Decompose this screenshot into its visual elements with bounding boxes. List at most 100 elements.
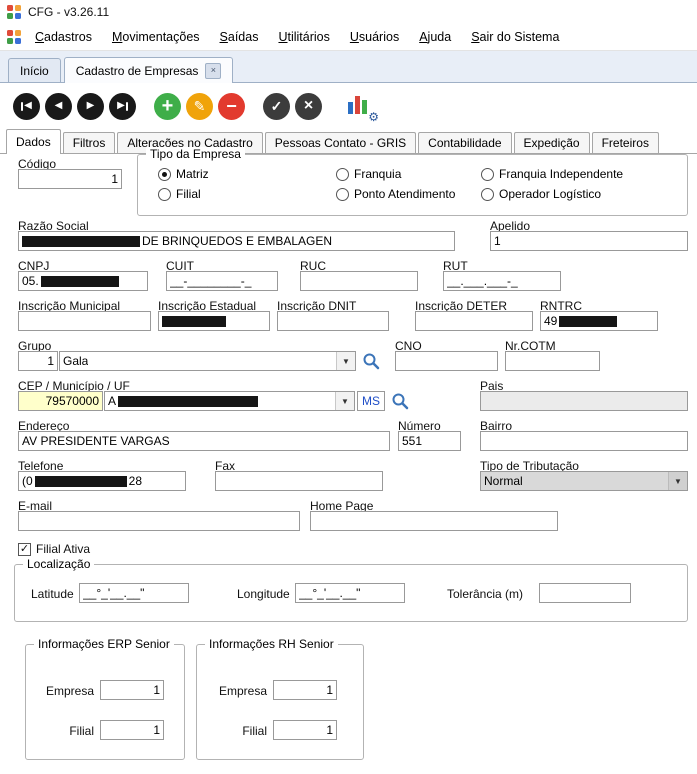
nav-first-button[interactable]: ◀ (13, 93, 40, 120)
edit-record-button[interactable]: ✎ (186, 93, 213, 120)
ruc-field[interactable] (300, 271, 418, 291)
radio-matriz[interactable] (158, 168, 171, 181)
tipo-tributacao-value: Normal (484, 474, 523, 488)
inscricao-dnit-field[interactable] (277, 311, 389, 331)
tab-pessoas-contato-gris[interactable]: Pessoas Contato - GRIS (265, 132, 416, 153)
tab-close-icon[interactable]: × (205, 63, 221, 79)
latitude-field[interactable] (79, 583, 189, 603)
codigo-field[interactable] (18, 169, 122, 189)
toolbar: ◀ ◀ ▶ ▶ + ✎ − ✓ × ⚙ (0, 84, 697, 128)
longitude-field[interactable] (295, 583, 405, 603)
tab-freteiros[interactable]: Freteiros (592, 132, 659, 153)
inscricao-municipal-field[interactable] (18, 311, 151, 331)
rh-filial-label: Filial (207, 724, 267, 738)
municipio-combo[interactable]: A ▼ (104, 391, 355, 411)
grupo-search-icon[interactable] (362, 352, 380, 370)
menu-saidas[interactable]: Saídas (211, 27, 268, 47)
bairro-field[interactable] (480, 431, 688, 451)
radio-franquia[interactable] (336, 168, 349, 181)
cancel-button[interactable]: × (295, 93, 322, 120)
razao-social-field[interactable]: DE BRINQUEDOS E EMBALAGEN (18, 231, 455, 251)
radio-ponto-atendimento[interactable] (336, 188, 349, 201)
cno-field[interactable] (395, 351, 498, 371)
menu-sair-do-sistema[interactable]: Sair do Sistema (462, 27, 568, 47)
redaction (118, 396, 258, 407)
radio-operador-logistico-label[interactable]: Operador Logístico (499, 187, 601, 201)
rut-field[interactable] (443, 271, 561, 291)
radio-filial[interactable] (158, 188, 171, 201)
check-icon: ✓ (271, 99, 283, 113)
tipo-tributacao-combo[interactable]: Normal ▼ (480, 471, 688, 491)
cnpj-field[interactable]: 05. (18, 271, 148, 291)
menu-usuarios[interactable]: Usuários (341, 27, 408, 47)
tab-contabilidade[interactable]: Contabilidade (418, 132, 511, 153)
menu-utilitarios[interactable]: Utilitários (269, 27, 338, 47)
tab-dados[interactable]: Dados (6, 129, 61, 154)
pais-field (480, 391, 688, 411)
home-page-field[interactable] (310, 511, 558, 531)
menu-ajuda[interactable]: Ajuda (410, 27, 460, 47)
check-icon: ✓ (20, 544, 29, 555)
apelido-field[interactable] (490, 231, 688, 251)
delete-record-button[interactable]: − (218, 93, 245, 120)
rh-empresa-label: Empresa (207, 684, 267, 698)
email-field[interactable] (18, 511, 300, 531)
inscricao-estadual-field[interactable] (158, 311, 270, 331)
inscricao-deter-field[interactable] (415, 311, 533, 331)
menu-cadastros[interactable]: Cadastros (26, 27, 101, 47)
radio-franquia-independente[interactable] (481, 168, 494, 181)
window-title: CFG - v3.26.11 (28, 5, 109, 19)
chevron-down-icon[interactable]: ▼ (668, 472, 687, 490)
erp-empresa-label: Empresa (34, 684, 94, 698)
chevron-down-icon[interactable]: ▼ (335, 392, 354, 410)
chevron-down-icon[interactable]: ▼ (336, 352, 355, 370)
erp-empresa-field[interactable] (100, 680, 164, 700)
cuit-field[interactable] (166, 271, 278, 291)
radio-ponto-atendimento-label[interactable]: Ponto Atendimento (354, 187, 455, 201)
numero-field[interactable] (398, 431, 461, 451)
localizacao-legend: Localização (23, 557, 94, 571)
radio-filial-label[interactable]: Filial (176, 187, 201, 201)
radio-matriz-label[interactable]: Matriz (176, 167, 209, 181)
tab-filtros[interactable]: Filtros (63, 132, 116, 153)
minus-icon: − (226, 97, 237, 115)
nr-cotm-field[interactable] (505, 351, 600, 371)
rh-filial-field[interactable] (273, 720, 337, 740)
redaction (162, 316, 226, 327)
menu-movimentacoes[interactable]: Movimentações (103, 27, 209, 47)
nav-prev-button[interactable]: ◀ (45, 93, 72, 120)
endereco-field[interactable] (18, 431, 390, 451)
confirm-button[interactable]: ✓ (263, 93, 290, 120)
tab-expedicao[interactable]: Expedição (514, 132, 590, 153)
add-record-button[interactable]: + (154, 93, 181, 120)
radio-franquia-independente-label[interactable]: Franquia Independente (499, 167, 623, 181)
first-bar-icon (21, 102, 23, 111)
uf-field[interactable]: MS (357, 391, 385, 411)
municipio-search-icon[interactable] (391, 392, 409, 410)
nav-last-button[interactable]: ▶ (109, 93, 136, 120)
rntrc-field[interactable]: 49 (540, 311, 658, 331)
tab-label: Início (20, 64, 49, 78)
erp-filial-label: Filial (34, 724, 94, 738)
radio-operador-logistico[interactable] (481, 188, 494, 201)
erp-senior-groupbox: Informações ERP Senior Empresa Filial (25, 644, 185, 760)
erp-filial-field[interactable] (100, 720, 164, 740)
nav-next-button[interactable]: ▶ (77, 93, 104, 120)
tab-cadastro-de-empresas[interactable]: Cadastro de Empresas × (64, 57, 234, 83)
first-record-icon: ◀ (24, 101, 32, 111)
page-tab-strip: Dados Filtros Alterações no Cadastro Pes… (0, 128, 697, 154)
fax-field[interactable] (215, 471, 383, 491)
tolerancia-label: Tolerância (m) (447, 587, 523, 601)
filial-ativa-label[interactable]: Filial Ativa (36, 542, 90, 556)
rh-empresa-field[interactable] (273, 680, 337, 700)
redaction (35, 476, 127, 487)
filial-ativa-checkbox[interactable]: ✓ (18, 543, 31, 556)
telefone-field[interactable]: (0 28 (18, 471, 186, 491)
chart-settings-button[interactable]: ⚙ (346, 92, 376, 120)
radio-franquia-label[interactable]: Franquia (354, 167, 401, 181)
grupo-code-field[interactable] (18, 351, 58, 371)
cep-field[interactable] (18, 391, 103, 411)
tab-inicio[interactable]: Início (8, 58, 61, 82)
grupo-combo[interactable]: Gala ▼ (59, 351, 356, 371)
tolerancia-field[interactable] (539, 583, 631, 603)
